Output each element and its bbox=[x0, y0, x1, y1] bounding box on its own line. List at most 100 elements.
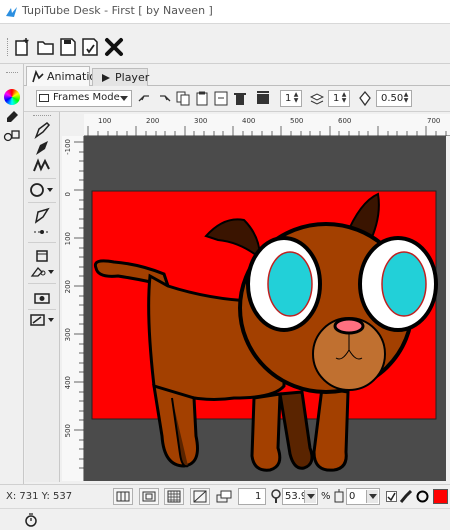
full-grid-icon bbox=[167, 490, 181, 503]
close-project-button[interactable] bbox=[104, 37, 124, 57]
left-module-bar bbox=[0, 64, 24, 509]
zoom-spinner[interactable]: 53.9 bbox=[282, 488, 318, 505]
copy-icon[interactable] bbox=[176, 91, 190, 106]
chevron-down-icon bbox=[369, 494, 377, 499]
rotation-spinner[interactable]: 0 bbox=[346, 488, 380, 505]
object-tool[interactable] bbox=[31, 288, 53, 308]
next-layer-icon[interactable] bbox=[157, 92, 171, 106]
opacity-value: 0.50 bbox=[381, 93, 404, 104]
background-mode-button[interactable] bbox=[190, 488, 210, 505]
title-bar: TupiTube Desk - First [ by Naveen ] bbox=[0, 0, 450, 24]
opacity-icon bbox=[359, 91, 371, 106]
open-icon bbox=[37, 41, 54, 55]
stroke-color-icon[interactable] bbox=[416, 490, 429, 503]
ruler-label: 500 bbox=[64, 424, 72, 438]
nodes-tool[interactable] bbox=[31, 222, 53, 242]
ruler-label: 600 bbox=[338, 117, 352, 125]
ruler-label: 400 bbox=[242, 117, 256, 125]
chevron-down-icon bbox=[120, 96, 128, 101]
brush-size-icon[interactable] bbox=[400, 490, 412, 503]
rotation-dropdown-button[interactable] bbox=[366, 490, 378, 503]
antialiasing-checkbox[interactable] bbox=[386, 491, 397, 502]
eraser-icon bbox=[30, 267, 54, 277]
previous-frames-value: 1 bbox=[285, 93, 292, 104]
shapes-tool[interactable] bbox=[28, 180, 58, 200]
toolbar-grip bbox=[7, 38, 9, 56]
ink-icon bbox=[36, 141, 48, 155]
ellipse-icon bbox=[30, 183, 53, 197]
ruler-label: 200 bbox=[146, 117, 160, 125]
next-frames-value: 1 bbox=[333, 93, 340, 104]
full-grid-button[interactable] bbox=[164, 488, 184, 505]
library-icon[interactable] bbox=[3, 128, 21, 142]
ruler-label: 200 bbox=[64, 280, 72, 294]
tools-divider bbox=[28, 242, 56, 243]
tab-animation[interactable]: Animation bbox=[26, 66, 103, 86]
mode-select[interactable]: Frames Mode bbox=[36, 90, 132, 107]
horizontal-ruler: 100 200 300 400 500 600 700 bbox=[84, 114, 450, 136]
ruler-label: 100 bbox=[98, 117, 112, 125]
dog-leg bbox=[312, 386, 350, 472]
tools-divider bbox=[28, 202, 56, 203]
ruler-label: 100 bbox=[64, 232, 72, 246]
opacity-spinner[interactable]: 0.50 ▲ ▼ bbox=[376, 90, 412, 107]
new-project-button[interactable] bbox=[13, 37, 33, 57]
tweener-tool[interactable] bbox=[28, 310, 58, 330]
safe-area-button[interactable] bbox=[139, 488, 159, 505]
frame-number-field[interactable]: 1 bbox=[238, 488, 266, 505]
timer-icon[interactable] bbox=[24, 513, 38, 527]
ruler-label: 500 bbox=[290, 117, 304, 125]
ruler-ticks bbox=[87, 126, 447, 136]
canvas-artwork[interactable] bbox=[84, 136, 446, 481]
brush-properties-icon[interactable] bbox=[4, 110, 20, 124]
color-palette-icon[interactable] bbox=[4, 89, 20, 105]
save-project-button[interactable] bbox=[58, 37, 78, 57]
ruler-label: -100 bbox=[64, 139, 72, 155]
zoom-icon bbox=[271, 489, 281, 503]
rotation-value: 0 bbox=[349, 491, 356, 502]
tools-divider bbox=[28, 178, 56, 179]
previous-frames-spinner[interactable]: 1 ▲ ▼ bbox=[280, 90, 302, 107]
previous-layer-icon[interactable] bbox=[138, 92, 152, 106]
spin-arrows-icon: ▲ ▼ bbox=[293, 91, 299, 104]
next-frames-spinner[interactable]: 1 ▲ ▼ bbox=[328, 90, 350, 107]
frames-mode-icon bbox=[39, 94, 49, 102]
delete-icon[interactable] bbox=[233, 91, 247, 106]
new-icon bbox=[15, 38, 29, 56]
tweener-icon bbox=[30, 314, 54, 326]
tools-grip bbox=[33, 115, 51, 117]
canvas-status-bar: X: 731 Y: 537 1 53.9 % 0 bbox=[0, 484, 450, 508]
animation-icon bbox=[32, 70, 44, 83]
nodes-icon bbox=[34, 230, 50, 234]
ruler-label: 0 bbox=[64, 192, 72, 197]
ruler-label: 300 bbox=[64, 328, 72, 342]
camera-icon bbox=[34, 293, 50, 304]
cursor-coordinates: X: 731 Y: 537 bbox=[6, 491, 73, 502]
clone-icon[interactable] bbox=[214, 91, 228, 106]
open-project-button[interactable] bbox=[36, 37, 56, 57]
tools-divider bbox=[28, 283, 56, 284]
checkmark-icon bbox=[387, 492, 396, 501]
paste-icon[interactable] bbox=[195, 91, 209, 106]
tab-player[interactable]: Player bbox=[92, 68, 149, 86]
pencil-tool[interactable] bbox=[31, 120, 53, 140]
mode-select-value: Frames Mode bbox=[53, 92, 120, 103]
eraser-tool[interactable] bbox=[28, 262, 58, 282]
polyline-icon bbox=[33, 158, 50, 172]
save-as-button[interactable] bbox=[80, 37, 100, 57]
polyline-tool[interactable] bbox=[31, 156, 53, 176]
zoom-dropdown-button[interactable] bbox=[304, 490, 316, 503]
grid-toggle-button[interactable] bbox=[113, 488, 133, 505]
ruler-label: 300 bbox=[194, 117, 208, 125]
tools-panel bbox=[25, 112, 60, 482]
ink-tool[interactable] bbox=[31, 138, 53, 158]
onion-frames-icon bbox=[216, 490, 232, 503]
dog-pupil-right bbox=[381, 251, 427, 317]
ruler-label: 400 bbox=[64, 376, 72, 390]
fill-color-swatch[interactable] bbox=[433, 489, 448, 504]
main-toolbar bbox=[0, 24, 450, 64]
no-background-icon bbox=[193, 490, 207, 503]
rotation-icon bbox=[334, 489, 344, 503]
drawing-workspace[interactable] bbox=[84, 136, 446, 481]
frame-number-value: 1 bbox=[255, 491, 262, 502]
